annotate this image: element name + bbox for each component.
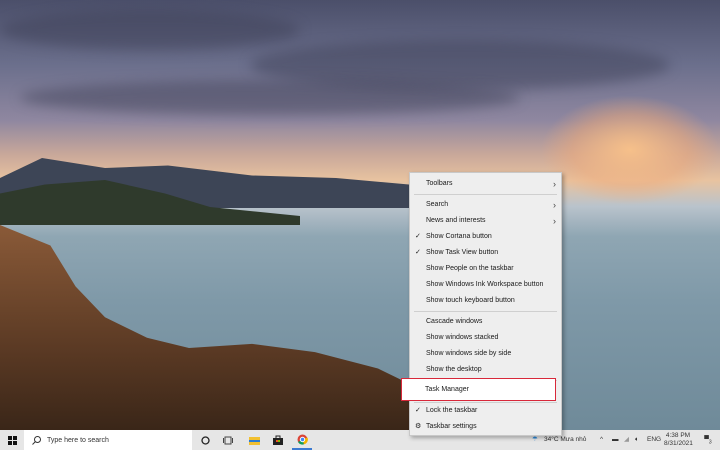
menu-label: News and interests [426, 217, 486, 224]
menu-item-show-ink-workspace[interactable]: Show Windows Ink Workspace button [410, 277, 561, 293]
windows-logo-icon [7, 435, 17, 445]
menu-separator [414, 311, 557, 312]
menu-item-search[interactable]: Search › [410, 197, 561, 213]
show-hidden-icons-chevron-up-icon[interactable]: ^ [600, 430, 603, 450]
menu-item-show-desktop[interactable]: Show the desktop [410, 362, 561, 378]
desktop-wallpaper [0, 0, 720, 430]
menu-item-cascade-windows[interactable]: Cascade windows [410, 314, 561, 330]
checkmark-icon: ✓ [415, 233, 421, 240]
checkmark-icon: ✓ [415, 407, 421, 414]
folder-icon [248, 436, 260, 445]
menu-item-show-cortana[interactable]: ✓ Show Cortana button [410, 229, 561, 245]
menu-label: Taskbar settings [426, 423, 477, 430]
menu-label: Show Task View button [426, 249, 499, 256]
cortana-button[interactable] [196, 430, 214, 450]
language-indicator[interactable]: ENG [647, 430, 661, 450]
search-box[interactable]: Type here to search [24, 430, 192, 450]
chrome-button[interactable] [292, 430, 312, 450]
task-view-button[interactable] [219, 430, 237, 450]
search-icon [32, 435, 41, 445]
menu-item-show-side-by-side[interactable]: Show windows side by side [410, 346, 561, 362]
taskbar: Type here to search ☂ 34°C Mưa nhỏ ^ ▬ ◢… [0, 430, 720, 450]
menu-label: Show the desktop [426, 366, 482, 373]
file-explorer-button[interactable] [244, 430, 264, 450]
menu-item-lock-taskbar[interactable]: ✓ Lock the taskbar [410, 403, 561, 419]
clock[interactable]: 4:38 PM 8/31/2021 [664, 430, 693, 450]
menu-label: Show windows stacked [426, 334, 499, 341]
menu-label: Cascade windows [426, 318, 483, 325]
gear-icon: ⚙ [415, 423, 422, 430]
weather-description: Mưa nhỏ [560, 436, 587, 443]
task-view-icon [223, 436, 233, 444]
menu-label: Show People on the taskbar [426, 265, 514, 272]
chevron-right-icon: › [553, 200, 556, 210]
store-bag-icon [273, 435, 283, 445]
notification-center-button[interactable]: ▀3 [700, 430, 716, 450]
notification-count: 3 [708, 439, 712, 446]
search-placeholder: Type here to search [47, 436, 109, 444]
weather-temp: 34°C [544, 436, 559, 443]
menu-label: Search [426, 201, 449, 208]
chevron-right-icon: › [553, 179, 556, 189]
menu-separator [414, 194, 557, 195]
menu-label: Lock the taskbar [426, 407, 478, 414]
menu-label: Toolbars [426, 180, 453, 187]
menu-item-show-people[interactable]: Show People on the taskbar [410, 261, 561, 277]
menu-label: Show Cortana button [426, 233, 492, 240]
volume-icon[interactable]: 🔈︎ [635, 430, 639, 450]
battery-icon[interactable]: ▬ [612, 430, 619, 450]
clock-time: 4:38 PM [665, 432, 691, 439]
chrome-icon [297, 434, 308, 445]
clock-date: 8/31/2021 [664, 440, 693, 447]
cortana-icon [200, 435, 210, 445]
menu-item-toolbars[interactable]: Toolbars › [410, 176, 561, 192]
menu-label: Show windows side by side [426, 350, 512, 357]
menu-item-task-manager[interactable]: Task Manager [401, 378, 556, 401]
menu-item-show-touch-keyboard[interactable]: Show touch keyboard button [410, 293, 561, 309]
menu-item-taskbar-settings[interactable]: ⚙ Taskbar settings [410, 419, 561, 435]
menu-item-show-task-view[interactable]: ✓ Show Task View button [410, 245, 561, 261]
chevron-right-icon: › [553, 216, 556, 226]
menu-item-show-windows-stacked[interactable]: Show windows stacked [410, 330, 561, 346]
menu-item-news-and-interests[interactable]: News and interests › [410, 213, 561, 229]
start-button[interactable] [0, 430, 24, 450]
menu-label: Show touch keyboard button [426, 297, 515, 304]
network-icon[interactable]: ◢ [624, 430, 629, 450]
store-button[interactable] [268, 430, 288, 450]
menu-label: Task Manager [425, 386, 469, 393]
menu-label: Show Windows Ink Workspace button [426, 281, 544, 288]
checkmark-icon: ✓ [415, 249, 421, 256]
